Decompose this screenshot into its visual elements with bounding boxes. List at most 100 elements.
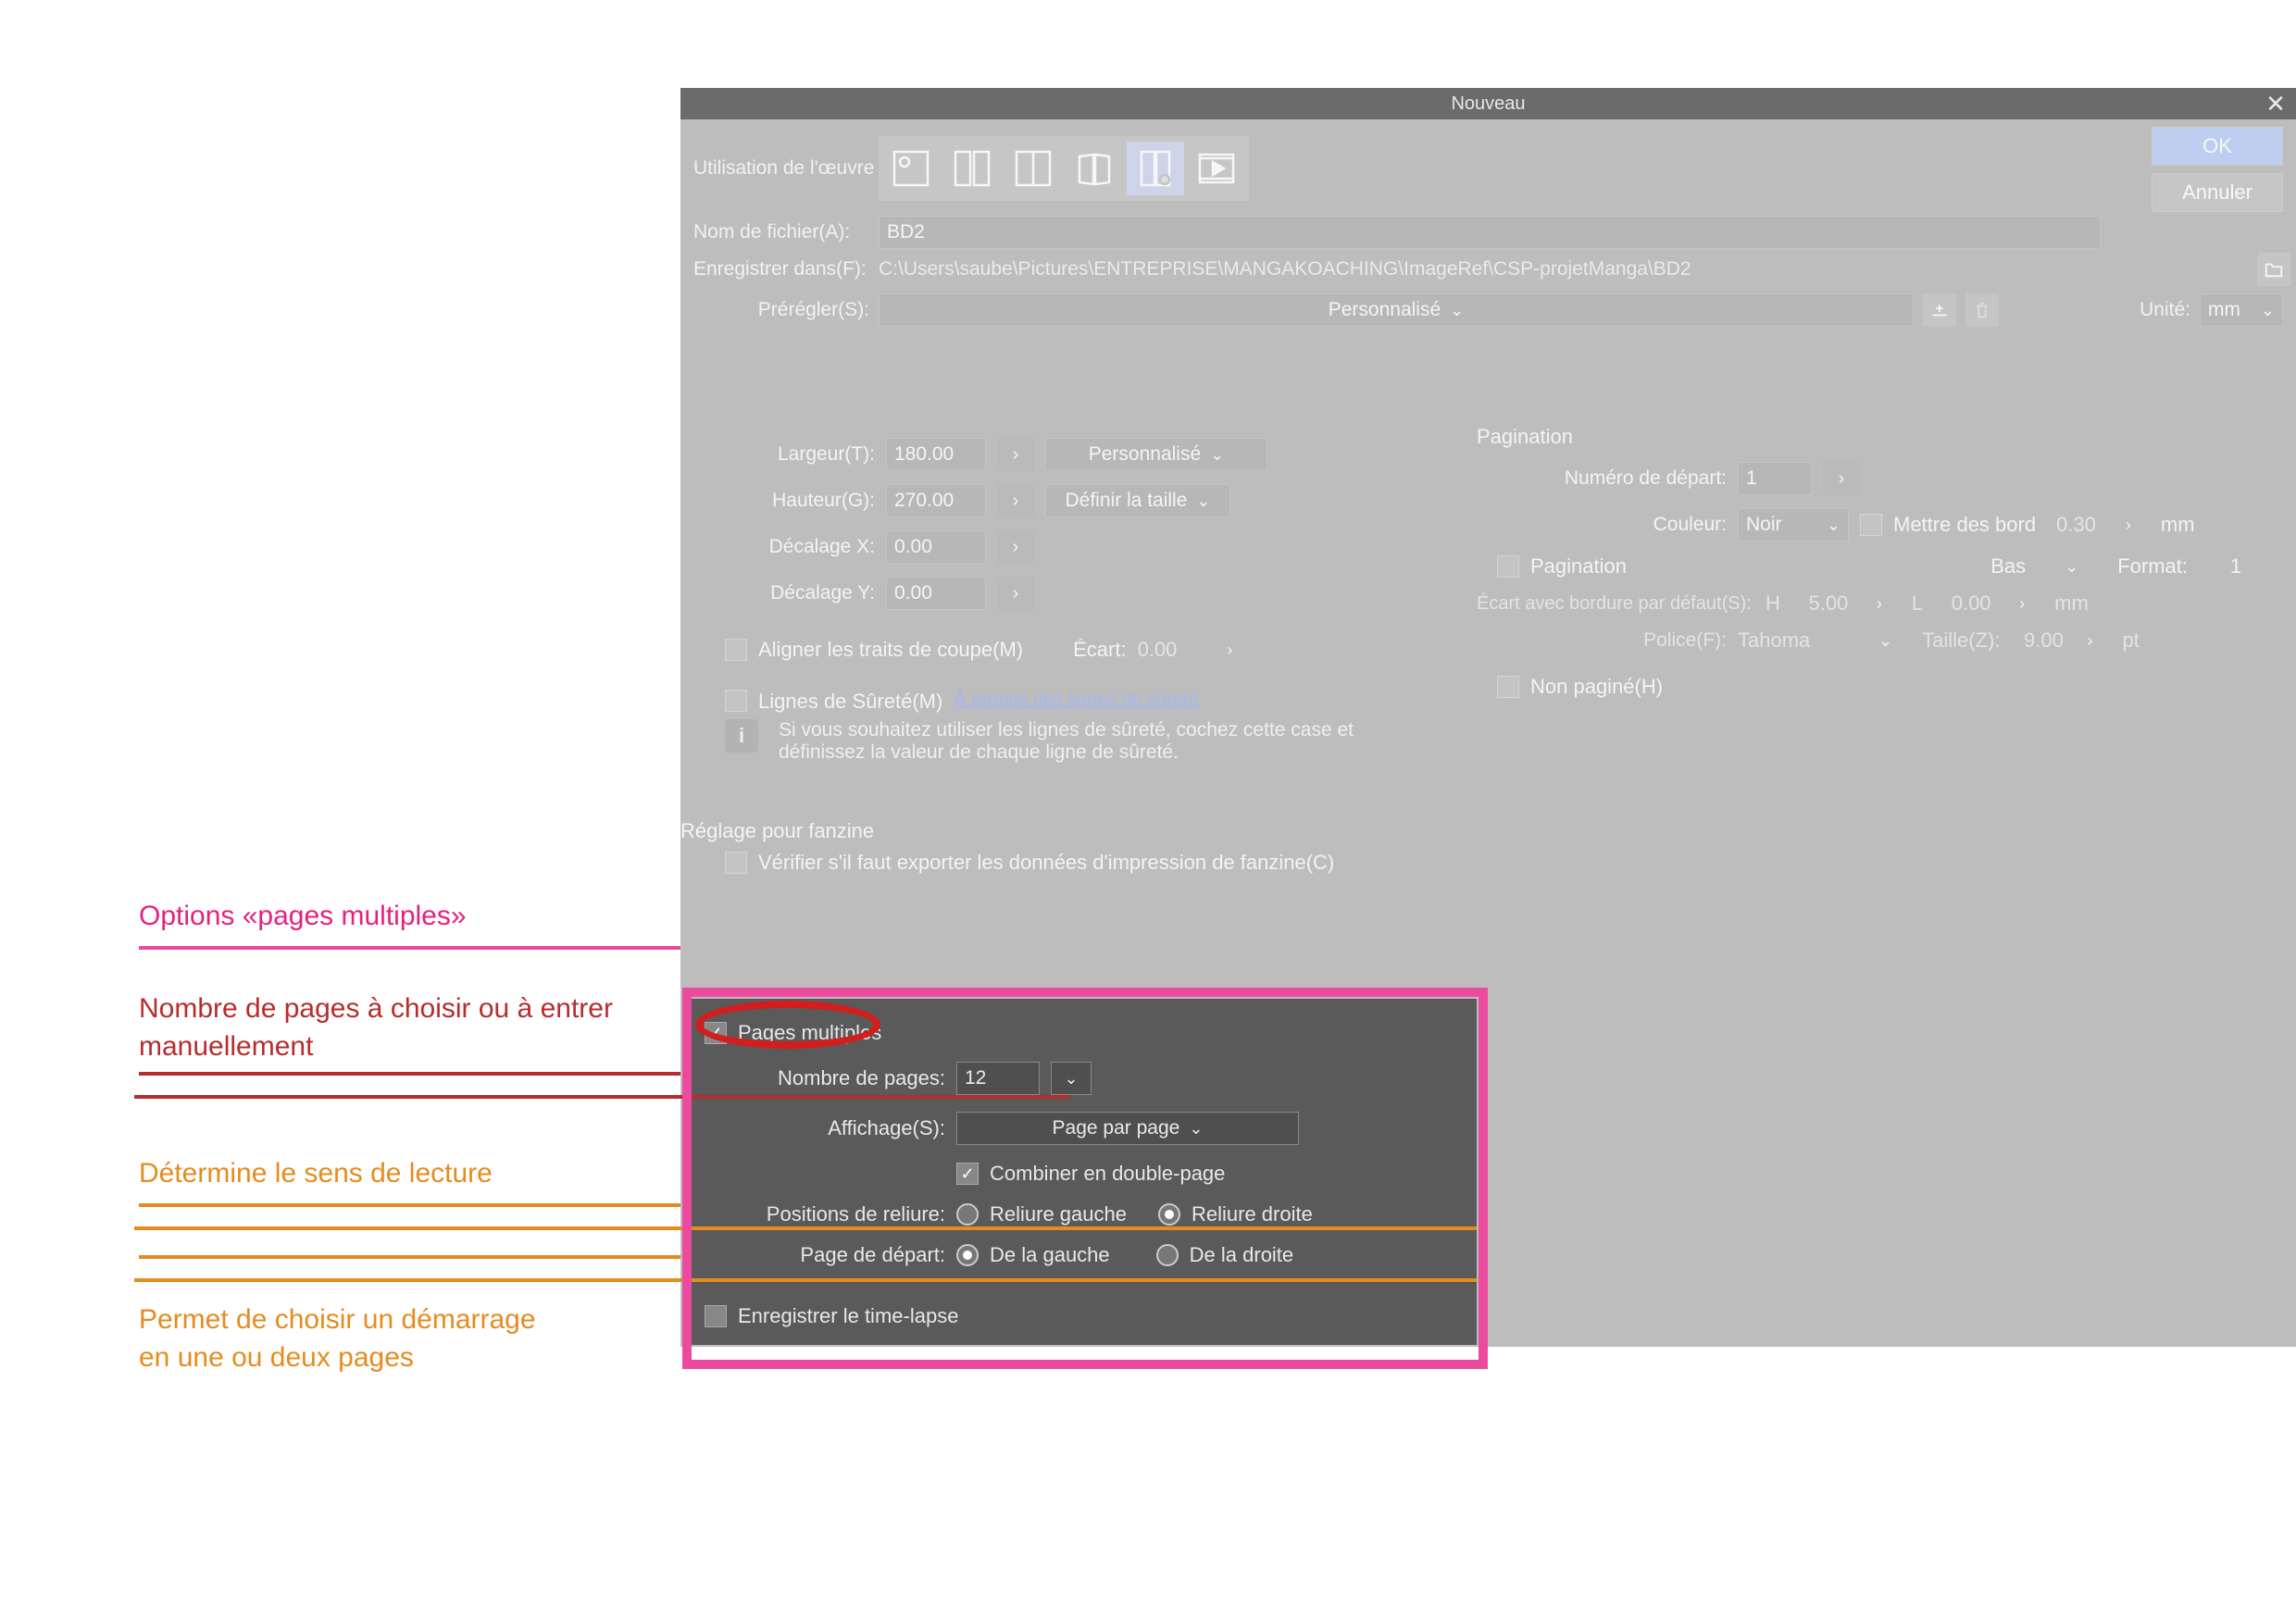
width-stepper-icon[interactable]: › <box>997 438 1034 471</box>
preset-label: Prérégler(S): <box>693 299 869 321</box>
multi-pages-checkbox[interactable] <box>705 1022 727 1044</box>
size-stepper-icon[interactable]: › <box>2087 631 2092 651</box>
width-label: Largeur(T): <box>680 443 875 466</box>
pagination-checkbox[interactable] <box>1497 555 1519 578</box>
h-value: 5.00 <box>1791 591 1866 616</box>
h-label: H <box>1766 591 1780 616</box>
preset-value: Personnalisé <box>1329 299 1441 321</box>
multi-page-section: Pages multiples Nombre de pages: ⌄ Affic… <box>690 999 1477 1345</box>
start-num-input[interactable] <box>1738 462 1812 495</box>
combine-double-checkbox[interactable] <box>956 1163 979 1185</box>
cancel-button[interactable]: Annuler <box>2152 173 2283 212</box>
align-crop-checkbox[interactable] <box>725 639 747 661</box>
comic-mode-icon[interactable] <box>943 142 1001 195</box>
color-value: Noir <box>1746 514 1782 536</box>
info-icon: i <box>725 719 758 753</box>
border-checkbox[interactable] <box>1860 514 1882 536</box>
width-input[interactable] <box>886 438 986 471</box>
start-left-radio[interactable] <box>956 1244 979 1266</box>
annotation-start: Permet de choisir un démarrage en une ou… <box>139 1301 565 1376</box>
preset-select[interactable]: Personnalisé ⌄ <box>879 293 1914 327</box>
titlebar: Nouveau ✕ <box>680 88 2296 119</box>
width-preset-select[interactable]: Personnalisé ⌄ <box>1045 438 1267 471</box>
binding-left-radio[interactable] <box>956 1203 979 1226</box>
unit-value: mm <box>2208 299 2240 321</box>
browse-folder-icon[interactable] <box>2257 253 2290 286</box>
close-button[interactable]: ✕ <box>2255 88 2296 119</box>
color-label: Couleur: <box>1477 514 1727 536</box>
gap-stepper-icon[interactable]: › <box>1227 641 1232 660</box>
default-border-gap-label: Écart avec bordure par défaut(S): <box>1477 593 1754 615</box>
pages-count-input[interactable] <box>956 1062 1040 1095</box>
binding-left-label: Reliure gauche <box>990 1202 1127 1226</box>
font-label: Police(F): <box>1477 629 1727 652</box>
offsety-input[interactable] <box>886 577 986 610</box>
binding-label: Positions de reliure: <box>705 1202 945 1226</box>
chevron-down-icon[interactable]: ⌄ <box>2065 557 2078 577</box>
pagination-section: Pagination Numéro de départ: › Couleur: … <box>1477 425 2273 699</box>
ok-button[interactable]: OK <box>2152 127 2283 166</box>
start-right-radio[interactable] <box>1156 1244 1179 1266</box>
start-left-label: De la gauche <box>990 1243 1110 1267</box>
font-stepper-icon[interactable]: ⌄ <box>1878 631 1892 651</box>
annotation-underline-3 <box>139 1203 680 1207</box>
annotation-pages: Nombre de pages à choisir ou à entrer ma… <box>139 990 620 1065</box>
pages-count-dropdown[interactable]: ⌄ <box>1051 1062 1092 1095</box>
savein-label: Enregistrer dans(F): <box>693 258 869 280</box>
offsetx-stepper-icon[interactable]: › <box>997 530 1034 564</box>
format-value: 1 <box>2199 554 2273 579</box>
chevron-down-icon: ⌄ <box>1189 1119 1203 1139</box>
fanzine-export-checkbox[interactable] <box>725 852 747 874</box>
fanzine-export-label: Vérifier s'il faut exporter les données … <box>758 851 1334 875</box>
fanzine-title: Réglage pour fanzine <box>680 819 1467 843</box>
filename-input[interactable] <box>879 216 2101 249</box>
size-unit: pt <box>2122 629 2139 653</box>
book-mode-icon[interactable] <box>1066 142 1123 195</box>
chevron-down-icon: ⌄ <box>1827 516 1841 535</box>
color-select[interactable]: Noir ⌄ <box>1738 508 1849 541</box>
define-size-select[interactable]: Définir la taille⌄ <box>1045 484 1230 517</box>
start-page-label: Page de départ: <box>705 1243 945 1267</box>
safety-lines-label: Lignes de Sûreté(M) <box>758 690 942 714</box>
size-section: Largeur(T): › Personnalisé⌄ Hauteur(G): … <box>680 425 1467 875</box>
width-preset-value: Personnalisé <box>1089 443 1201 466</box>
start-num-label: Numéro de départ: <box>1477 467 1727 490</box>
offsety-stepper-icon[interactable]: › <box>997 577 1034 610</box>
pages-count-label: Nombre de pages: <box>705 1066 945 1090</box>
animation-mode-icon[interactable] <box>1188 142 1245 195</box>
display-select[interactable]: Page par page⌄ <box>956 1112 1299 1145</box>
border-stepper-icon[interactable]: › <box>2126 516 2131 535</box>
offsetx-input[interactable] <box>886 530 986 564</box>
chevron-down-icon: ⌄ <box>1064 1069 1078 1089</box>
unit-select[interactable]: mm ⌄ <box>2200 293 2283 327</box>
font-value: Tahoma <box>1738 629 1867 653</box>
webtoon-mode-icon[interactable] <box>1127 142 1184 195</box>
annotation-reading: Détermine le sens de lecture <box>139 1155 493 1193</box>
start-num-stepper-icon[interactable]: › <box>1823 462 1860 495</box>
display-label: Affichage(S): <box>705 1116 945 1140</box>
add-preset-icon[interactable] <box>1923 293 1956 327</box>
size-label: Taille(Z): <box>1922 629 2000 653</box>
annotation-underline-2 <box>139 1072 680 1076</box>
safety-lines-link[interactable]: À propos des lignes de sûreté <box>954 690 1199 711</box>
timelapse-checkbox[interactable] <box>705 1305 727 1327</box>
illustration-mode-icon[interactable] <box>882 142 940 195</box>
orange-connector-line-2 <box>134 1278 1477 1282</box>
filename-label: Nom de fichier(A): <box>693 221 869 243</box>
orange-connector-line-1 <box>134 1226 1477 1230</box>
height-input[interactable] <box>886 484 986 517</box>
l-stepper-icon[interactable]: › <box>2019 594 2025 614</box>
gap-value: 0.00 <box>1138 638 1178 662</box>
chevron-down-icon: ⌄ <box>1210 445 1224 465</box>
pagination-title: Pagination <box>1477 425 2273 449</box>
h-stepper-icon[interactable]: › <box>1877 594 1882 614</box>
print-mode-icon[interactable] <box>1004 142 1062 195</box>
align-crop-label: Aligner les traits de coupe(M) <box>758 638 1023 662</box>
multi-pages-label: Pages multiples <box>738 1021 881 1045</box>
safety-lines-checkbox[interactable] <box>725 690 747 712</box>
height-stepper-icon[interactable]: › <box>997 484 1034 517</box>
binding-right-radio[interactable] <box>1158 1203 1180 1226</box>
not-paginated-checkbox[interactable] <box>1497 676 1519 698</box>
combine-double-label: Combiner en double-page <box>990 1162 1225 1186</box>
delete-preset-icon[interactable] <box>1965 293 1999 327</box>
